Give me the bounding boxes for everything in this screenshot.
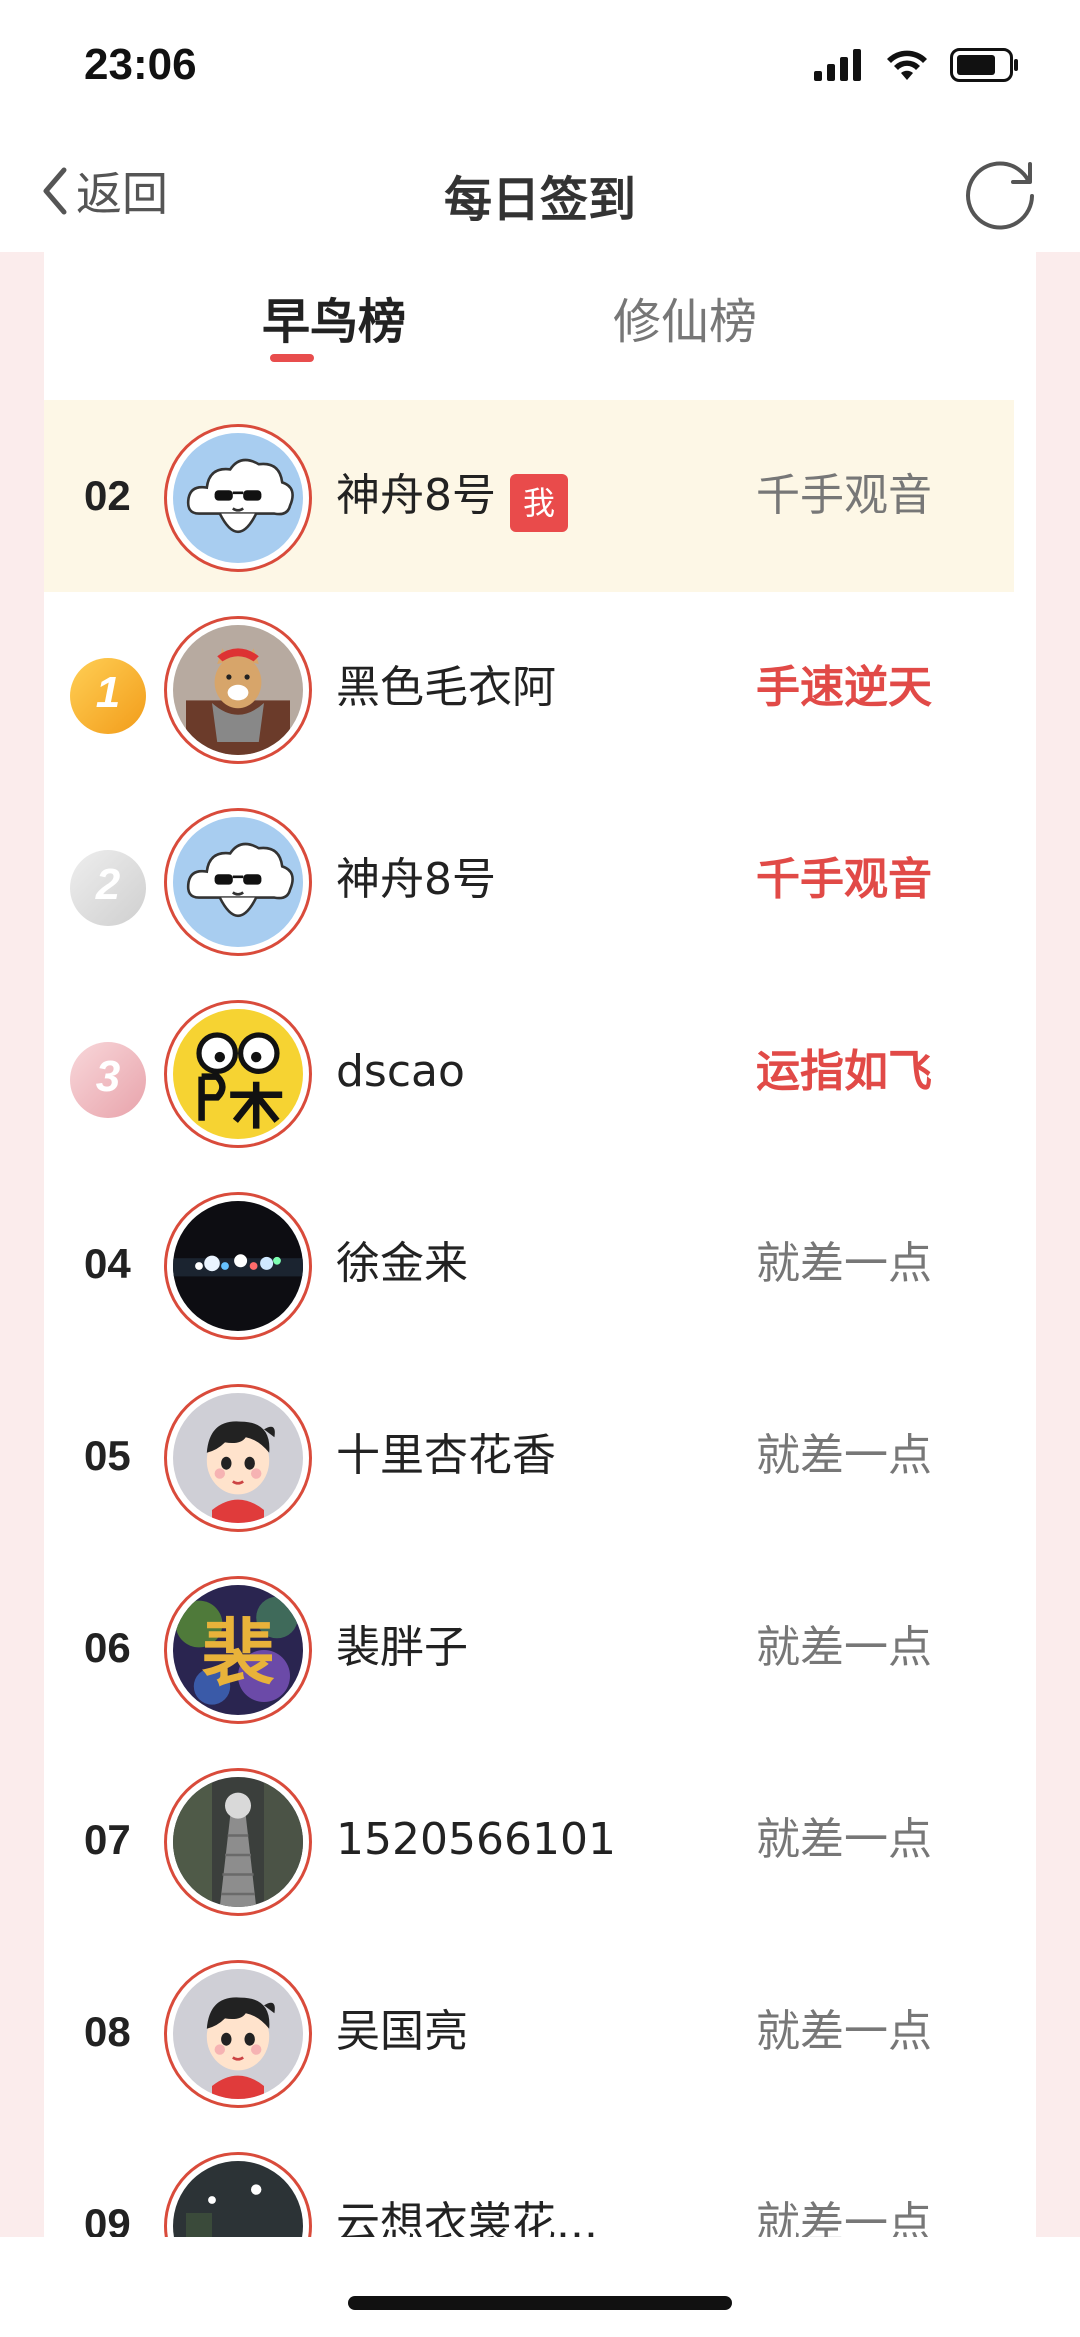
- rank-row[interactable]: 3 dscao 运指如飞: [44, 976, 1014, 1168]
- rank-title: 就差一点: [756, 2006, 932, 2057]
- avatar[interactable]: [164, 808, 312, 956]
- rank-row[interactable]: 04 徐金来 就差一点: [44, 1168, 1014, 1360]
- rank-title: 千手观音: [756, 470, 932, 521]
- leaderboard-card: 早鸟榜 修仙榜 02 神舟8号我千手观音 1 黑色毛衣阿 手速逆天 2 神舟8号 千手观音 3 d…: [44, 252, 1036, 2237]
- silver-medal-icon: 2: [70, 850, 146, 926]
- user-name: 裴胖子: [336, 1622, 468, 1673]
- avatar[interactable]: 裴: [164, 1576, 312, 1724]
- my-rank-row[interactable]: 02 神舟8号我 千手观音: [44, 400, 1014, 592]
- user-name: dscao: [336, 1046, 465, 1097]
- rank-row[interactable]: 07 1520566101 就差一点: [44, 1744, 1014, 1936]
- rank-row[interactable]: 2 神舟8号 千手观音: [44, 784, 1014, 976]
- user-name: 十里杏花香: [336, 1430, 556, 1481]
- home-indicator[interactable]: [348, 2296, 732, 2310]
- rank-title: 就差一点: [756, 1238, 932, 1289]
- rank-title: 就差一点: [756, 1622, 932, 1673]
- tab-bar: 早鸟榜 修仙榜: [44, 252, 1036, 400]
- user-name: 云想衣裳花...: [336, 2198, 598, 2237]
- tab-indicator: [270, 354, 314, 362]
- refresh-icon[interactable]: [958, 150, 1042, 234]
- rank-number: 08: [84, 2008, 131, 2055]
- wifi-icon: [887, 50, 927, 80]
- page-title: 每日签到: [443, 172, 636, 228]
- rank-row[interactable]: 08 吴国亮 就差一点: [44, 1936, 1014, 2128]
- rank-number: 07: [84, 1816, 131, 1863]
- status-icons: [814, 48, 1020, 82]
- medal-rank: 3: [95, 1052, 121, 1101]
- me-badge: 我: [510, 474, 568, 532]
- battery-icon: [950, 48, 1018, 82]
- tab-immortal[interactable]: 修仙榜: [535, 282, 835, 352]
- status-bar: 23:06: [0, 0, 1080, 130]
- rank-title: 就差一点: [756, 1430, 932, 1481]
- user-name: 黑色毛衣阿: [336, 662, 556, 713]
- rank-number: 09: [84, 2200, 131, 2237]
- rank-title: 手速逆天: [756, 662, 932, 713]
- gold-medal-icon: 1: [70, 658, 146, 734]
- avatar[interactable]: [164, 1960, 312, 2108]
- avatar[interactable]: [164, 1768, 312, 1916]
- user-name: 神舟8号: [336, 854, 496, 905]
- avatar[interactable]: [164, 1192, 312, 1340]
- signal-icon: [814, 49, 861, 81]
- nav-bar: 返回 每日签到: [0, 130, 1080, 252]
- avatar[interactable]: [164, 2152, 312, 2237]
- user-name: 神舟8号: [336, 470, 496, 521]
- rank-number: 06: [84, 1624, 131, 1671]
- rank-title: 运指如飞: [756, 1046, 932, 1097]
- ranking-list: 02 神舟8号我千手观音 1 黑色毛衣阿 手速逆天 2 神舟8号 千手观音 3 dscao 运指如飞…: [44, 400, 1036, 2237]
- rank-row[interactable]: 05 十里杏花香 就差一点: [44, 1360, 1014, 1552]
- tab-early-bird[interactable]: 早鸟榜: [184, 282, 484, 352]
- user-name: 1520566101: [336, 1814, 616, 1865]
- rank-row[interactable]: 09 云想衣裳花... 就差一点: [44, 2128, 1014, 2237]
- user-name: 徐金来: [336, 1238, 468, 1289]
- rank-number: 04: [84, 1240, 131, 1287]
- rank-title: 就差一点: [756, 1814, 932, 1865]
- svg-text:裴: 裴: [202, 1612, 275, 1697]
- rank-row[interactable]: 06 裴 裴胖子 就差一点: [44, 1552, 1014, 1744]
- rank-row[interactable]: 1 黑色毛衣阿 手速逆天: [44, 592, 1014, 784]
- medal-rank: 2: [95, 860, 121, 909]
- rank-number: 02: [84, 472, 131, 519]
- rank-title: 就差一点: [756, 2198, 932, 2237]
- avatar[interactable]: [164, 1384, 312, 1532]
- rank-number: 05: [84, 1432, 131, 1479]
- avatar[interactable]: [164, 1000, 312, 1148]
- user-name: 吴国亮: [336, 2006, 468, 2057]
- avatar[interactable]: [164, 424, 312, 572]
- rank-title: 千手观音: [756, 854, 932, 905]
- medal-rank: 1: [95, 668, 121, 717]
- bronze-medal-icon: 3: [70, 1042, 146, 1118]
- status-time: 23:06: [84, 40, 197, 89]
- avatar[interactable]: [164, 616, 312, 764]
- home-indicator-area: [0, 2237, 1080, 2337]
